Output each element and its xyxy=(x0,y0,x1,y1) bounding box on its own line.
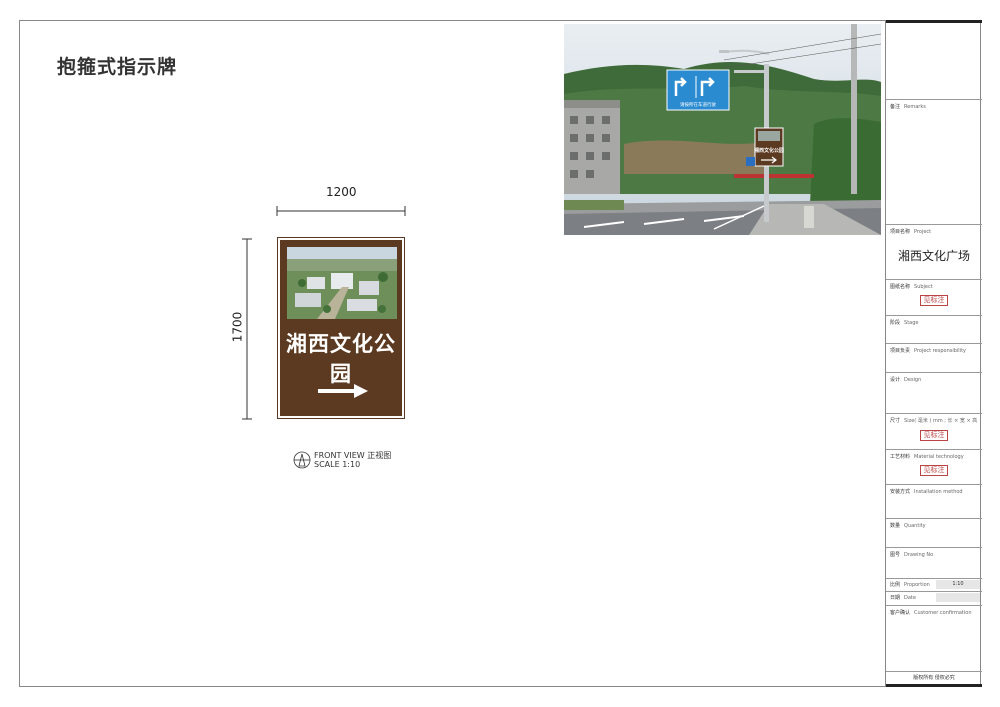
photo-sign-name: 湘西文化公园 xyxy=(754,147,784,154)
park-aerial-image xyxy=(287,247,397,319)
design-label: 设计 Design xyxy=(890,377,922,383)
proportion-value: 1:10 xyxy=(936,580,980,589)
drawing-title: 抱箍式指示牌 xyxy=(57,56,178,78)
road-sign-caption: 请按所在车道行驶 xyxy=(680,101,716,108)
title-block-bottom-bar xyxy=(886,684,982,687)
subject-label: 图纸名称 Subject xyxy=(890,284,933,290)
remarks-label: 备注 Remarks xyxy=(890,104,926,110)
quantity-label: 数量 Quantity xyxy=(890,523,926,529)
project-name: 湘西文化广场 xyxy=(897,249,970,263)
title-block-top-bar xyxy=(886,20,982,23)
sign-front-view: 湘西文化公园 xyxy=(277,237,405,419)
view-symbol-icon xyxy=(293,451,311,469)
installation-label: 安装方式 Installation method xyxy=(890,489,963,495)
responsibility-label: 项目负责 Project responsibility xyxy=(890,348,966,354)
date-label: 日期 Date xyxy=(890,595,916,601)
proportion-label: 比例 Proportion xyxy=(890,582,930,588)
sign-park-name: 湘西文化公园 xyxy=(286,332,396,386)
copyright-text: 版权所有 侵权必究 xyxy=(913,675,955,681)
date-value xyxy=(936,593,980,602)
view-caption: FRONT VIEW 正视图 SCALE 1:10 xyxy=(293,451,391,469)
drawing-no-label: 图号 Drawing No xyxy=(890,552,934,558)
stage-label: 阶段 Stage xyxy=(890,320,919,326)
view-label-en: FRONT VIEW xyxy=(314,451,365,460)
width-dimension-label: 1200 xyxy=(326,185,357,199)
subject-stamp: 见标注 xyxy=(920,295,948,306)
size-stamp: 见标注 xyxy=(920,430,948,441)
sign-panel: 湘西文化公园 xyxy=(280,240,402,416)
width-dimension-line xyxy=(276,206,406,216)
material-stamp: 见标注 xyxy=(920,465,948,476)
height-dimension-line xyxy=(242,238,252,420)
scale-label: SCALE 1:10 xyxy=(314,460,361,469)
size-label: 尺寸 Size( 毫米 ) mm ; 长 × 宽 × 高 xyxy=(890,418,978,424)
title-block: 备注 Remarks 项目名称 Project 湘西文化广场 图纸名称 Subject… xyxy=(885,20,982,687)
site-photo: 请按所在车道行驶 湘西文化公园 xyxy=(564,24,881,235)
project-label: 项目名称 Project xyxy=(890,229,932,235)
right-arrow-icon xyxy=(318,384,368,398)
customer-label: 客户确认 Customer confirmation xyxy=(890,610,972,616)
material-label: 工艺材料 Material technology xyxy=(890,454,964,460)
view-label-cn: 正视图 xyxy=(367,451,392,460)
